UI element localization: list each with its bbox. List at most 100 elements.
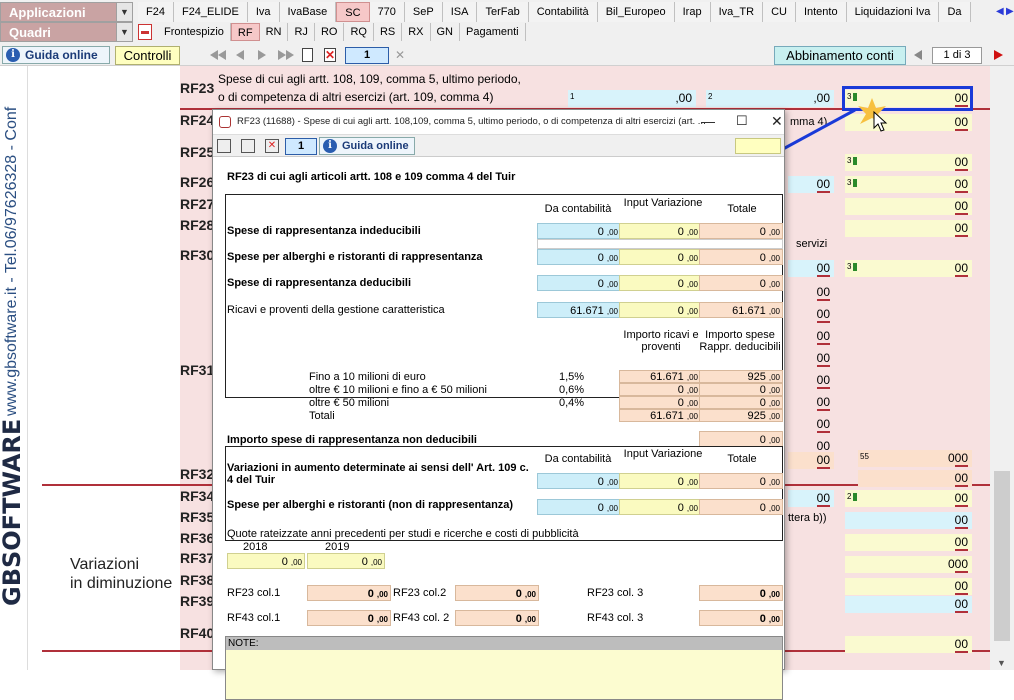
tab-sep[interactable]: SeP <box>404 2 443 22</box>
rf38-field[interactable]: 00 <box>845 578 972 595</box>
maximize-icon[interactable]: ☐ <box>736 113 748 129</box>
var-aumento-input-field[interactable]: 0 ,00 <box>619 473 701 489</box>
vertical-scrollbar[interactable]: ▼ <box>990 66 1014 670</box>
next-page-icon[interactable] <box>258 50 266 60</box>
rf25-col3-field[interactable]: 3 00 <box>845 154 972 171</box>
var-aumento-totale-field[interactable]: 0 ,00 <box>699 473 783 489</box>
rf35-field[interactable]: 00 <box>845 512 972 529</box>
export-icon[interactable] <box>217 139 231 153</box>
tab-isa[interactable]: ISA <box>442 2 478 22</box>
quadro-tab-rj[interactable]: RJ <box>288 23 315 41</box>
quadro-tab-rx[interactable]: RX <box>402 23 431 41</box>
prev-modulo-icon[interactable] <box>914 50 922 60</box>
new-page-icon[interactable] <box>302 48 313 62</box>
popup-guida-button[interactable]: i Guida online <box>319 137 415 155</box>
quota-2019-field[interactable]: 0 ,00 <box>307 553 385 569</box>
rf36-field[interactable]: 00 <box>845 534 972 551</box>
rf23-col1-field[interactable]: 1,00 <box>568 90 696 107</box>
popup-row-field-b[interactable]: 0 ,00 <box>619 302 701 318</box>
rf37-field[interactable]: 000 <box>845 556 972 573</box>
popup-row-field-c[interactable]: 0 ,00 <box>699 223 783 239</box>
rf27-field[interactable]: 00 <box>845 198 972 215</box>
pdf-icon[interactable] <box>138 24 152 40</box>
guida-online-button[interactable]: i Guida online <box>2 46 110 64</box>
popup-row-field-b[interactable]: 0 ,00 <box>619 275 701 291</box>
quadro-tab-rq[interactable]: RQ <box>344 23 374 41</box>
alberghi-non-totale-field[interactable]: 0 ,00 <box>699 499 783 515</box>
tab-scroll-right-icon[interactable]: ▶ <box>1006 6 1014 17</box>
quadro-tab-frontespizio[interactable]: Frontespizio <box>158 23 231 41</box>
tab-intento[interactable]: Intento <box>795 2 847 22</box>
quadri-combo[interactable]: Quadri ▼ <box>0 22 133 42</box>
last-page-icon[interactable] <box>278 50 286 60</box>
close-icon[interactable]: ✕ <box>771 113 783 130</box>
first-page-icon[interactable] <box>210 50 218 60</box>
notes-textarea[interactable]: NOTE: <box>225 636 783 700</box>
next-modulo-icon[interactable] <box>994 50 1003 60</box>
rf32-field[interactable]: 00 <box>858 470 972 487</box>
popup-row-field-a[interactable]: 0 ,00 <box>537 249 621 265</box>
page-number-field[interactable]: 1 <box>345 47 389 64</box>
scaglione-spese-field: 925 ,00 <box>699 409 783 422</box>
quadro-tab-rs[interactable]: RS <box>374 23 403 41</box>
var-aumento-contabilita-field[interactable]: 0 ,00 <box>537 473 621 489</box>
tab-f24-elide[interactable]: F24_ELIDE <box>173 2 248 22</box>
popup-row-field-a[interactable]: 0 ,00 <box>537 275 621 291</box>
controlli-button[interactable]: Controlli <box>115 46 180 65</box>
alberghi-non-input-field[interactable]: 0 ,00 <box>619 499 701 515</box>
tab-bil-europeo[interactable]: Bil_Europeo <box>597 2 675 22</box>
chevron-down-icon[interactable]: ▼ <box>116 3 132 21</box>
scaglione-label: oltre € 10 milioni e fino a € 50 milioni <box>309 384 487 396</box>
rf26-col3-field[interactable]: 3 00 <box>845 176 972 193</box>
popup-row-field-c[interactable]: 0 ,00 <box>699 249 783 265</box>
tab-da[interactable]: Da <box>939 2 971 22</box>
delete-page-icon[interactable]: ✕ <box>324 48 336 62</box>
scrollbar-thumb[interactable] <box>994 471 1010 641</box>
applicazioni-combo[interactable]: Applicazioni ▼ <box>0 2 133 22</box>
quadro-tab-rn[interactable]: RN <box>260 23 289 41</box>
tab-ivabase[interactable]: IvaBase <box>279 2 337 22</box>
quadro-tab-rf[interactable]: RF <box>230 23 260 41</box>
copy-page-icon[interactable]: ✕ <box>394 48 406 62</box>
tab-terfab[interactable]: TerFab <box>477 2 529 22</box>
scroll-down-icon[interactable]: ▼ <box>997 658 1006 668</box>
delete-icon[interactable]: ✕ <box>265 139 279 153</box>
abbinamento-conti-button[interactable]: Abbinamento conti <box>774 46 906 65</box>
prev-page-icon[interactable] <box>236 50 244 60</box>
rf23-col2-field[interactable]: 2,00 <box>706 90 834 107</box>
tab-scroll-left-icon[interactable]: ◀ <box>996 6 1004 17</box>
quota-2018-field[interactable]: 0 ,00 <box>227 553 305 569</box>
popup-row-field-c[interactable]: 61.671 ,00 <box>699 302 783 318</box>
popup-row-field-b[interactable]: 0 ,00 <box>619 249 701 265</box>
rf30-field[interactable]: 3 00 <box>845 260 972 277</box>
rf24-col3-field[interactable]: 00 <box>845 114 972 131</box>
tab-iva[interactable]: Iva <box>247 2 280 22</box>
popup-row-field-a[interactable]: 0 ,00 <box>537 223 621 239</box>
chevron-down-icon[interactable]: ▼ <box>116 23 132 41</box>
tab-cu[interactable]: CU <box>763 2 796 22</box>
rf40-field[interactable]: 00 <box>845 636 972 653</box>
popup-page-field[interactable]: 1 <box>285 138 317 155</box>
tab-iva-tr[interactable]: Iva_TR <box>710 2 764 22</box>
tab-770[interactable]: 770 <box>369 2 405 22</box>
popup-row-field-b[interactable]: 0 ,00 <box>619 223 701 239</box>
quadro-tab-ro[interactable]: RO <box>315 23 345 41</box>
tab-f24[interactable]: F24 <box>138 2 174 22</box>
tab-contabilit-[interactable]: Contabilità <box>528 2 598 22</box>
popup-row-field-c[interactable]: 0 ,00 <box>699 275 783 291</box>
rf34-field[interactable]: 2 00 <box>845 490 972 507</box>
tab-sc[interactable]: SC <box>336 2 370 22</box>
non-deducibili-field[interactable]: 0 ,00 <box>699 431 783 447</box>
minimize-icon[interactable]: — <box>701 113 715 129</box>
tab-liquidazioni-iva[interactable]: Liquidazioni Iva <box>846 2 940 22</box>
quadro-tab-gn[interactable]: GN <box>431 23 460 41</box>
rf28-field[interactable]: 00 <box>845 220 972 237</box>
popup-row-field-a[interactable]: 61.671 ,00 <box>537 302 621 318</box>
print-icon[interactable] <box>241 139 255 153</box>
tab-irap[interactable]: Irap <box>674 2 711 22</box>
rf31-col55-field[interactable]: 55 000 <box>858 450 972 467</box>
rf39-field[interactable]: 00 <box>845 596 972 613</box>
quadro-tab-pagamenti[interactable]: Pagamenti <box>460 23 526 41</box>
alberghi-non-contabilita-field[interactable]: 0 ,00 <box>537 499 621 515</box>
popup-yellow-field[interactable] <box>735 138 781 154</box>
